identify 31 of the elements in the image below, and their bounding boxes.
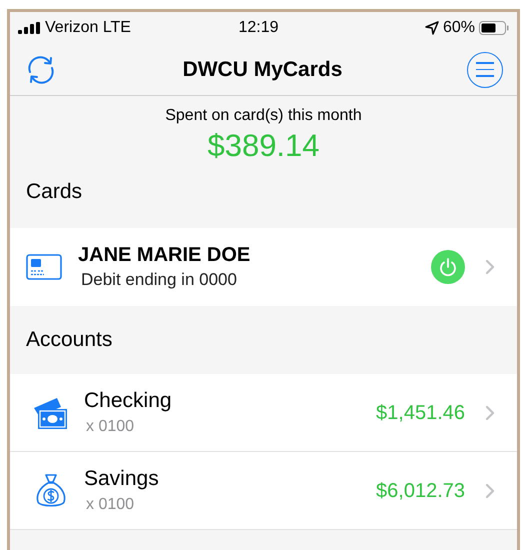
card-detail: Debit ending in 0000 bbox=[81, 269, 238, 291]
account-number: x 0100 bbox=[86, 416, 136, 436]
spent-amount: $389.14 bbox=[207, 128, 320, 164]
location-arrow-icon bbox=[424, 21, 439, 35]
section-heading: Cards bbox=[26, 179, 82, 206]
account-balance: $6,012.73 bbox=[376, 478, 465, 504]
credit-card-icon bbox=[26, 254, 62, 280]
cardholder-name: JANE MARIE DOE bbox=[78, 243, 252, 268]
status-time: 12:19 bbox=[238, 18, 280, 38]
account-row[interactable]: Savings x 0100 $6,012.73 bbox=[10, 452, 517, 530]
chevron-right-icon bbox=[485, 482, 495, 498]
battery-percent: 60% bbox=[442, 18, 476, 38]
carrier-label: Verizon LTE bbox=[45, 18, 131, 38]
card-power-toggle[interactable] bbox=[431, 250, 465, 284]
account-row[interactable]: Checking x 0100 $1,451.46 bbox=[10, 374, 517, 452]
account-name: Savings bbox=[84, 466, 160, 492]
card-row[interactable]: JANE MARIE DOE Debit ending in 0000 bbox=[10, 228, 517, 306]
account-balance: $1,451.46 bbox=[376, 400, 465, 426]
section-heading: Accounts bbox=[26, 327, 112, 354]
money-bag-icon bbox=[35, 472, 67, 508]
power-icon bbox=[438, 257, 458, 277]
spent-label: Spent on card(s) this month bbox=[165, 106, 362, 126]
chevron-right-icon bbox=[485, 259, 495, 275]
app-title: DWCU MyCards bbox=[182, 56, 342, 83]
battery-icon bbox=[479, 21, 510, 35]
chevron-right-icon bbox=[485, 404, 495, 420]
banknotes-icon bbox=[33, 396, 69, 430]
account-number: x 0100 bbox=[86, 494, 136, 514]
menu-button[interactable] bbox=[466, 52, 503, 88]
account-name: Checking bbox=[84, 388, 173, 414]
signal-icon bbox=[18, 22, 40, 34]
